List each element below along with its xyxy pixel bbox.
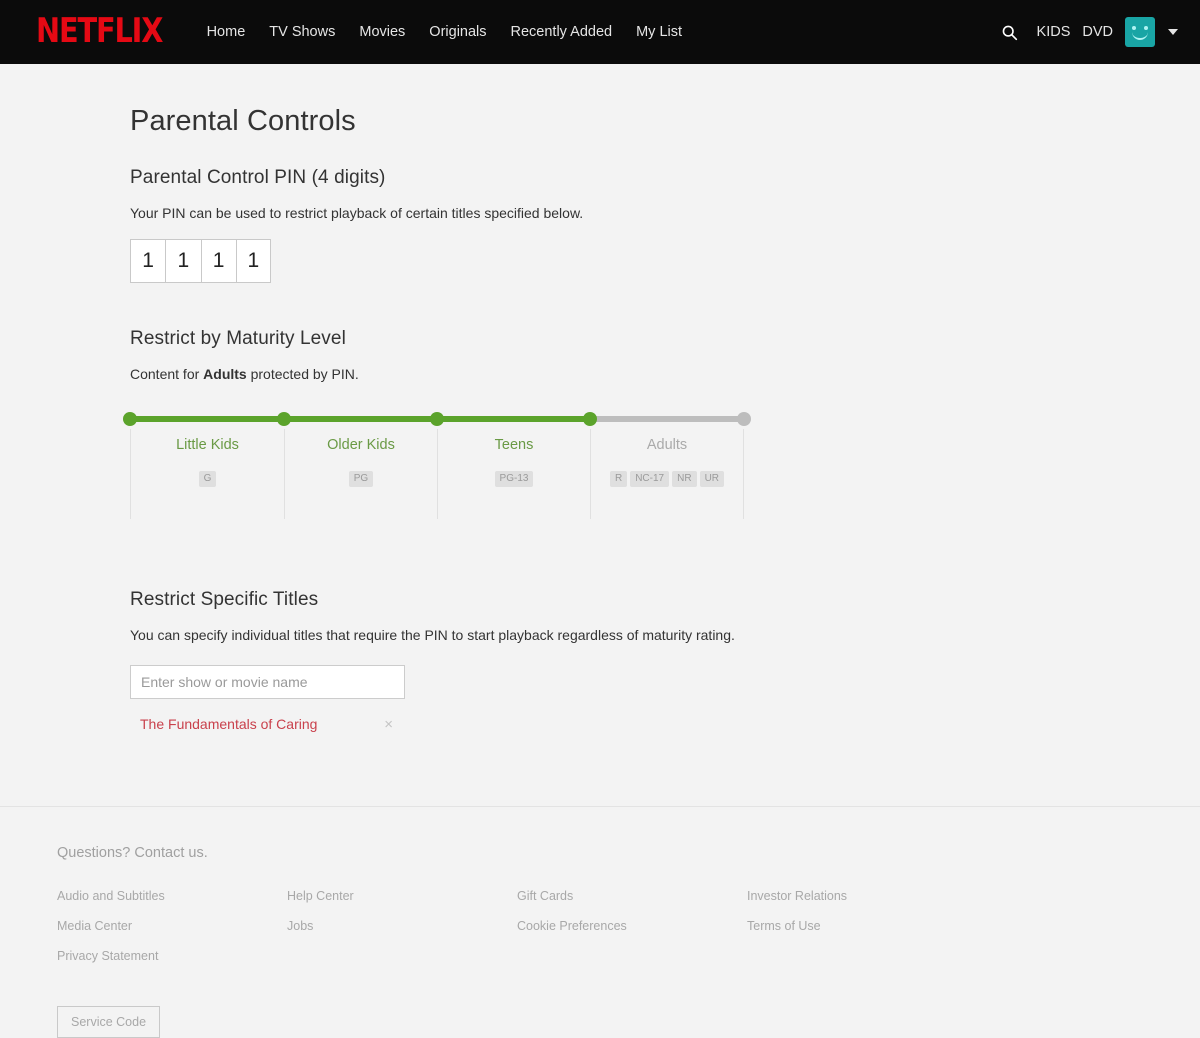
maturity-desc-prefix: Content for — [130, 366, 204, 382]
slider-knob-little-kids[interactable] — [123, 412, 137, 426]
maturity-level-label: Teens — [494, 437, 534, 453]
maturity-level-badges: R NC-17 NR UR — [591, 471, 743, 487]
slider-track-fill — [130, 416, 590, 422]
pin-section-description: Your PIN can be used to restrict playbac… — [130, 205, 584, 221]
footer-column-4: Investor Relations Terms of Use — [747, 889, 977, 979]
rating-badge: R — [609, 471, 628, 487]
maturity-level-badges: G — [131, 471, 284, 487]
maturity-selected-level: Adults — [203, 366, 247, 382]
nav-item-dvd[interactable]: DVD — [1082, 25, 1113, 40]
pin-input-group[interactable]: 1 1 1 1 — [130, 239, 271, 283]
footer-links: Audio and Subtitles Media Center Privacy… — [57, 889, 977, 979]
footer-link-audio-and-subtitles[interactable]: Audio and Subtitles — [57, 889, 287, 903]
pin-digit-2[interactable]: 1 — [165, 239, 201, 283]
slider-knob-older-kids[interactable] — [277, 412, 291, 426]
restricted-title-row: The Fundamentals of Caring × — [130, 716, 405, 732]
maturity-level-badges: PG-13 — [438, 471, 590, 487]
maturity-slider[interactable]: Little Kids G Older Kids PG Teens PG-13 — [123, 409, 751, 519]
nav-item-recently-added[interactable]: Recently Added — [511, 25, 613, 40]
restrict-titles-section: Restrict Specific Titles You can specify… — [130, 589, 1200, 732]
footer-link-jobs[interactable]: Jobs — [287, 919, 517, 933]
page-footer: Questions? Contact us. Audio and Subtitl… — [0, 807, 1200, 1038]
main-nav: Home TV Shows Movies Originals Recently … — [207, 25, 682, 40]
avatar-eye-left — [1132, 26, 1136, 30]
restricted-title-label[interactable]: The Fundamentals of Caring — [140, 716, 317, 732]
maturity-level-older-kids[interactable]: Older Kids PG — [284, 429, 437, 519]
footer-link-terms-of-use[interactable]: Terms of Use — [747, 919, 977, 933]
nav-right-group: KIDS DVD — [993, 15, 1178, 49]
footer-column-3: Gift Cards Cookie Preferences — [517, 889, 747, 979]
footer-link-help-center[interactable]: Help Center — [287, 889, 517, 903]
maturity-level-label: Little Kids — [176, 437, 239, 453]
page-title: Parental Controls — [130, 105, 356, 137]
service-code-button[interactable]: Service Code — [57, 1006, 161, 1038]
rating-badge: PG-13 — [494, 471, 534, 487]
top-navbar: NETFLIX Home TV Shows Movies Originals R… — [0, 0, 1200, 64]
maturity-level-teens[interactable]: Teens PG-13 — [437, 429, 590, 519]
search-icon[interactable] — [993, 15, 1027, 49]
footer-link-cookie-preferences[interactable]: Cookie Preferences — [517, 919, 747, 933]
rating-badge: UR — [699, 471, 725, 487]
maturity-level-adults[interactable]: Adults R NC-17 NR UR — [590, 429, 744, 519]
maturity-section-title: Restrict by Maturity Level — [130, 328, 346, 349]
footer-link-gift-cards[interactable]: Gift Cards — [517, 889, 747, 903]
pin-section-title: Parental Control PIN (4 digits) — [130, 167, 386, 188]
maturity-level-little-kids[interactable]: Little Kids G — [130, 429, 284, 519]
footer-column-2: Help Center Jobs — [287, 889, 517, 979]
rating-badge: NR — [672, 471, 697, 487]
avatar-eye-right — [1144, 26, 1148, 30]
maturity-level-badges: PG — [285, 471, 437, 487]
maturity-level-label: Adults — [646, 437, 688, 453]
avatar[interactable] — [1125, 17, 1155, 47]
main-content: Parental Controls Parental Control PIN (… — [0, 105, 1200, 732]
nav-item-originals[interactable]: Originals — [429, 25, 486, 40]
maturity-section-description: Content for Adults protected by PIN. — [130, 366, 1200, 382]
nav-item-kids[interactable]: KIDS — [1037, 25, 1071, 40]
footer-column-1: Audio and Subtitles Media Center Privacy… — [57, 889, 287, 979]
rating-badge: NC-17 — [630, 471, 670, 487]
slider-knob-adults[interactable] — [583, 412, 597, 426]
pin-digit-4[interactable]: 1 — [235, 239, 271, 283]
title-search-input[interactable] — [130, 665, 405, 699]
maturity-levels: Little Kids G Older Kids PG Teens PG-13 — [130, 429, 750, 519]
maturity-desc-suffix: protected by PIN. — [246, 366, 359, 382]
footer-link-media-center[interactable]: Media Center — [57, 919, 287, 933]
pin-section: Parental Control PIN (4 digits) Your PIN… — [130, 167, 1200, 283]
restrict-titles-description: You can specify individual titles that r… — [130, 627, 735, 643]
footer-contact-text[interactable]: Questions? Contact us. — [57, 845, 1200, 861]
slider-knob-teens[interactable] — [430, 412, 444, 426]
maturity-level-label: Older Kids — [327, 437, 395, 453]
restrict-titles-section-title: Restrict Specific Titles — [130, 589, 319, 610]
nav-item-my-list[interactable]: My List — [636, 25, 682, 40]
footer-link-investor-relations[interactable]: Investor Relations — [747, 889, 977, 903]
avatar-mouth — [1132, 32, 1148, 40]
nav-item-tv-shows[interactable]: TV Shows — [269, 25, 335, 40]
nav-item-movies[interactable]: Movies — [359, 25, 405, 40]
footer-link-privacy-statement[interactable]: Privacy Statement — [57, 949, 287, 963]
maturity-section: Restrict by Maturity Level Content for A… — [123, 328, 1200, 519]
netflix-logo[interactable]: NETFLIX — [36, 15, 163, 49]
pin-digit-1[interactable]: 1 — [130, 239, 166, 283]
slider-knob-max[interactable] — [737, 412, 751, 426]
close-icon[interactable]: × — [384, 717, 393, 732]
rating-badge: PG — [348, 471, 374, 487]
pin-digit-3[interactable]: 1 — [200, 239, 236, 283]
nav-item-home[interactable]: Home — [207, 25, 246, 40]
chevron-down-icon[interactable] — [1168, 29, 1178, 35]
rating-badge: G — [198, 471, 217, 487]
